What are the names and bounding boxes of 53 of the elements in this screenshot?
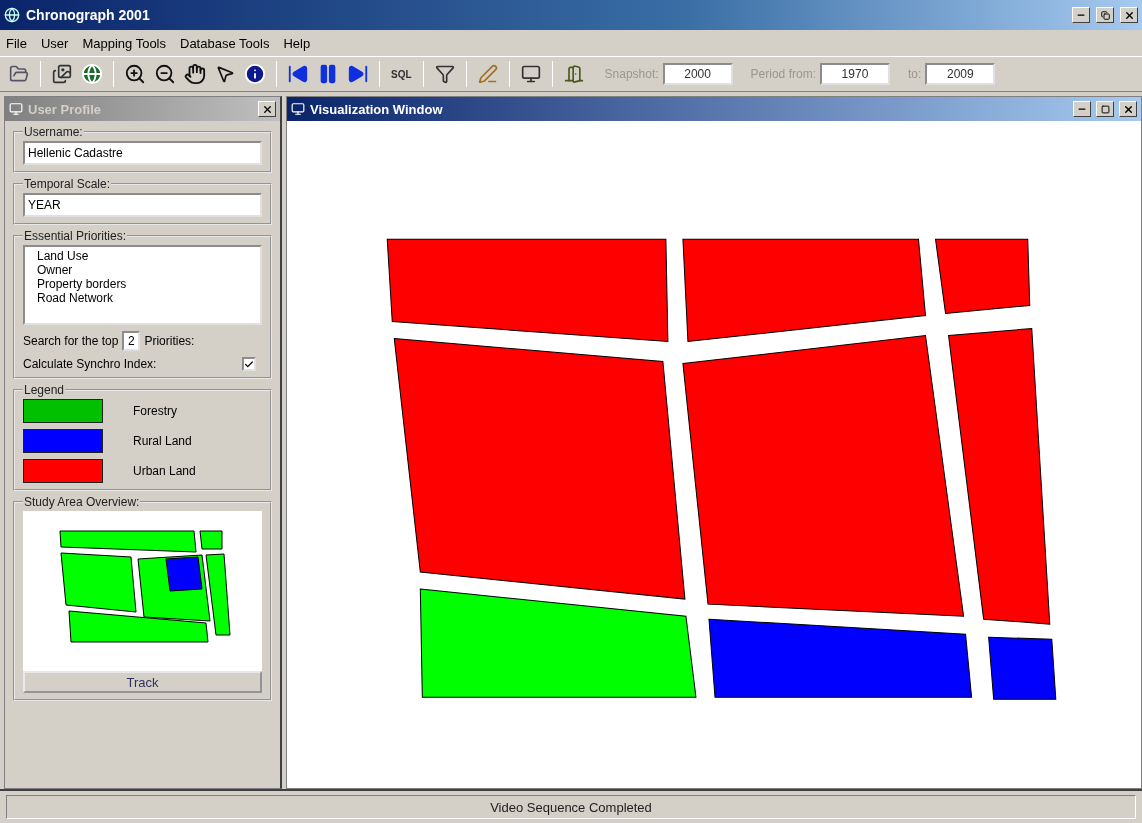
maximize-button[interactable]	[1096, 7, 1114, 23]
group-label: Temporal Scale:	[23, 177, 112, 191]
period-to-field[interactable]: 2009	[925, 63, 996, 85]
panel-title: User Profile	[28, 101, 101, 117]
minimize-button[interactable]	[1072, 7, 1090, 23]
temporal-scale-field[interactable]: YEAR	[23, 193, 262, 217]
list-item[interactable]: Owner	[37, 263, 248, 277]
snapshot-label: Snapshot:	[604, 67, 659, 81]
period-from-field[interactable]: 1970	[819, 63, 890, 85]
close-button[interactable]	[1119, 101, 1137, 117]
group-label: Study Area Overview:	[23, 495, 141, 509]
app-icon	[4, 7, 20, 23]
menu-item[interactable]: Help	[283, 35, 311, 51]
period-to-label: to:	[907, 67, 922, 81]
legend-label: Urban Land	[133, 464, 196, 478]
close-button[interactable]	[258, 101, 276, 117]
group-label: Essential Priorities:	[23, 229, 128, 243]
menu-item[interactable]: User	[40, 35, 69, 51]
synchro-checkbox[interactable]	[242, 357, 256, 371]
minimize-button[interactable]	[1073, 101, 1091, 117]
maximize-icon	[1100, 104, 1110, 114]
priorities-list[interactable]: Land Use Owner Property borders Road Network	[23, 245, 262, 325]
snapshot-field[interactable]: 2000	[662, 63, 733, 85]
top-count-field[interactable]: 2	[122, 331, 141, 351]
username-field[interactable]: Hellenic Cadastre	[23, 141, 262, 165]
check-icon	[244, 358, 254, 370]
menu-item[interactable]: File	[6, 35, 27, 51]
legend-label: Rural Land	[133, 434, 192, 448]
window-title: Visualization Window	[310, 101, 443, 117]
close-icon	[1122, 103, 1134, 115]
maximize-button[interactable]	[1096, 101, 1114, 117]
menu-item[interactable]: Database Tools	[180, 35, 270, 51]
panel-icon	[9, 102, 23, 116]
search-label: Search for the top	[23, 334, 119, 348]
list-item[interactable]: Land Use	[37, 249, 248, 263]
list-item[interactable]: Road Network	[37, 291, 248, 305]
close-button[interactable]	[1120, 7, 1138, 23]
status-text: Video Sequence Completed	[6, 795, 1136, 819]
menu-item[interactable]: Mapping Tools	[82, 35, 166, 51]
close-icon	[1123, 9, 1135, 21]
window-icon	[291, 102, 305, 116]
priorities-label: Priorities:	[144, 334, 195, 348]
group-label: Username:	[23, 125, 84, 139]
sql-button[interactable]: SQL	[388, 60, 415, 88]
list-item[interactable]: Property borders	[37, 277, 248, 291]
track-button[interactable]: Track	[23, 671, 262, 693]
close-icon	[261, 103, 273, 115]
period-from-label: Period from:	[750, 67, 816, 81]
group-label: Legend	[23, 383, 66, 397]
synchro-label: Calculate Synchro Index:	[23, 357, 157, 371]
restore-icon	[1100, 10, 1110, 20]
legend-label: Forestry	[133, 404, 177, 418]
window-title: Chronograph 2001	[26, 7, 150, 23]
